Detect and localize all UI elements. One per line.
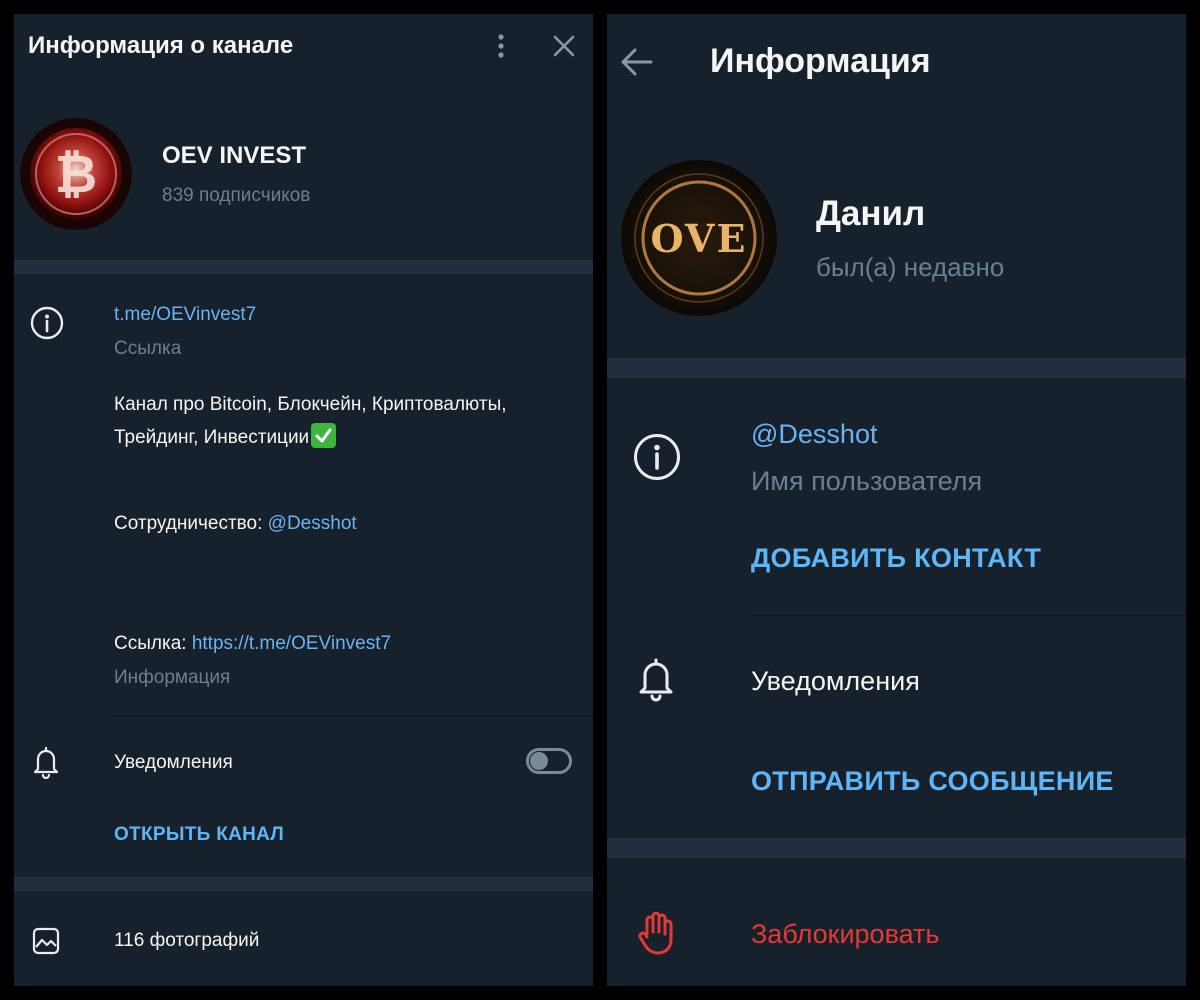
cooperation-line: Сотрудничество: @Desshot [114, 513, 357, 535]
divider [110, 715, 593, 716]
notifications-toggle[interactable] [526, 748, 572, 774]
svg-text:₿: ₿ [55, 145, 97, 205]
section-separator [14, 877, 593, 891]
subscriber-count: 839 подписчиков [162, 185, 311, 206]
description-line-1: Канал про Bitcoin, Блокчейн, Криптовалют… [114, 394, 507, 415]
block-user-button[interactable]: Заблокировать [751, 919, 939, 950]
link-line: Ссылка: https://t.me/OEVinvest7 [114, 633, 391, 655]
info-icon [633, 433, 681, 481]
section-separator [607, 358, 1186, 378]
bell-icon [30, 745, 62, 780]
username-link[interactable]: @Desshot [751, 419, 877, 450]
description-line-2: Трейдинг, Инвестиции [114, 423, 337, 449]
check-emoji-icon [311, 423, 337, 448]
bell-icon [635, 656, 677, 702]
section-separator [607, 838, 1186, 858]
arrow-left-icon[interactable] [617, 42, 657, 82]
more-options-icon[interactable] [492, 32, 510, 60]
link-label: Ссылка: [114, 633, 192, 654]
channel-link[interactable]: t.me/OEVinvest7 [114, 304, 256, 326]
description-caption: Информация [114, 667, 231, 688]
channel-link-caption: Ссылка [114, 338, 182, 359]
close-icon[interactable] [550, 32, 578, 60]
channel-info-panel: Информация о канале ₿ OEV INVEST 839 под… [14, 14, 593, 986]
open-channel-button[interactable]: ОТКРЫТЬ КАНАЛ [114, 824, 284, 846]
panel-title: Информация о канале [28, 32, 294, 59]
send-message-button[interactable]: ОТПРАВИТЬ СООБЩЕНИЕ [751, 766, 1114, 797]
username-caption: Имя пользователя [751, 466, 983, 496]
notifications-label: Уведомления [114, 752, 233, 773]
user-name: Данил [816, 194, 926, 233]
user-info-panel: Информация OVE Данил был(а) недавно @Des [607, 14, 1186, 986]
panel-title: Информация [710, 42, 931, 80]
channel-avatar[interactable]: ₿ [20, 118, 132, 230]
section-separator [14, 260, 593, 274]
toggle-knob [530, 752, 548, 770]
notifications-item[interactable]: Уведомления [751, 666, 920, 697]
description-line-2-text: Трейдинг, Инвестиции [114, 427, 310, 448]
channel-name: OEV INVEST [162, 142, 307, 169]
description-url-link[interactable]: https://t.me/OEVinvest7 [192, 633, 391, 654]
cooperation-mention-link[interactable]: @Desshot [268, 513, 357, 534]
user-avatar[interactable]: OVE [621, 160, 777, 316]
image-icon [31, 926, 61, 956]
avatar-logo-text: OVE [651, 216, 748, 261]
user-status: был(а) недавно [816, 252, 1005, 282]
cooperation-label: Сотрудничество: [114, 513, 268, 534]
divider [747, 615, 1186, 616]
photos-count-item[interactable]: 116 фотографий [114, 930, 259, 952]
hand-stop-icon [637, 910, 679, 956]
info-icon [30, 306, 64, 340]
add-contact-button[interactable]: ДОБАВИТЬ КОНТАКТ [751, 543, 1041, 574]
